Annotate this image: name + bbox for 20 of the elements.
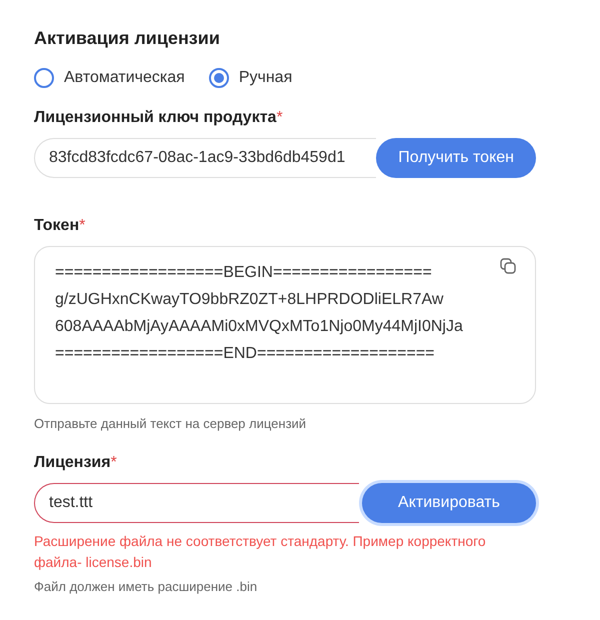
required-mark: *	[79, 216, 86, 234]
required-mark: *	[276, 108, 283, 126]
copy-icon[interactable]	[500, 258, 516, 274]
hint-text: Отправьте данный текст на сервер лицензий	[34, 414, 308, 433]
token-field[interactable]: ==================BEGIN================= g/zUGHxnCKwayTO9bbRZ0ZT+8LHPRDODliELR7Aw 608AAAAbMjAyAAAAMi0xMVQxMTo1Njo0My44MjI0NjJa ==================END===================	[34, 246, 536, 404]
field-label: Лицензия	[34, 454, 111, 472]
radio-icon[interactable]	[208, 68, 229, 88]
error-message: Расширение файла не соответствует стандарту. Пример корректного файла- license.bin	[34, 532, 487, 572]
license-input[interactable]: test.ttt	[34, 483, 359, 524]
radio-option[interactable]: Ручная	[208, 66, 292, 90]
required-mark: *	[110, 454, 117, 472]
field-label: Лицензионный ключ продукта	[34, 108, 276, 126]
radio-icon[interactable]	[34, 68, 54, 88]
radio-option[interactable]: Автоматическая	[34, 66, 185, 90]
activate-button[interactable]: Активировать	[362, 483, 536, 524]
key-input[interactable]: 83fcd83fcdc67-08ac-1ac9-33bd6db459d1	[34, 138, 376, 178]
field-label: Токен	[34, 216, 80, 234]
hint-text: Файл должен иметь расширение .bin	[34, 578, 258, 596]
section-title: Активация лицензии	[34, 28, 221, 50]
get-token-button[interactable]: Получить токен	[376, 138, 536, 178]
